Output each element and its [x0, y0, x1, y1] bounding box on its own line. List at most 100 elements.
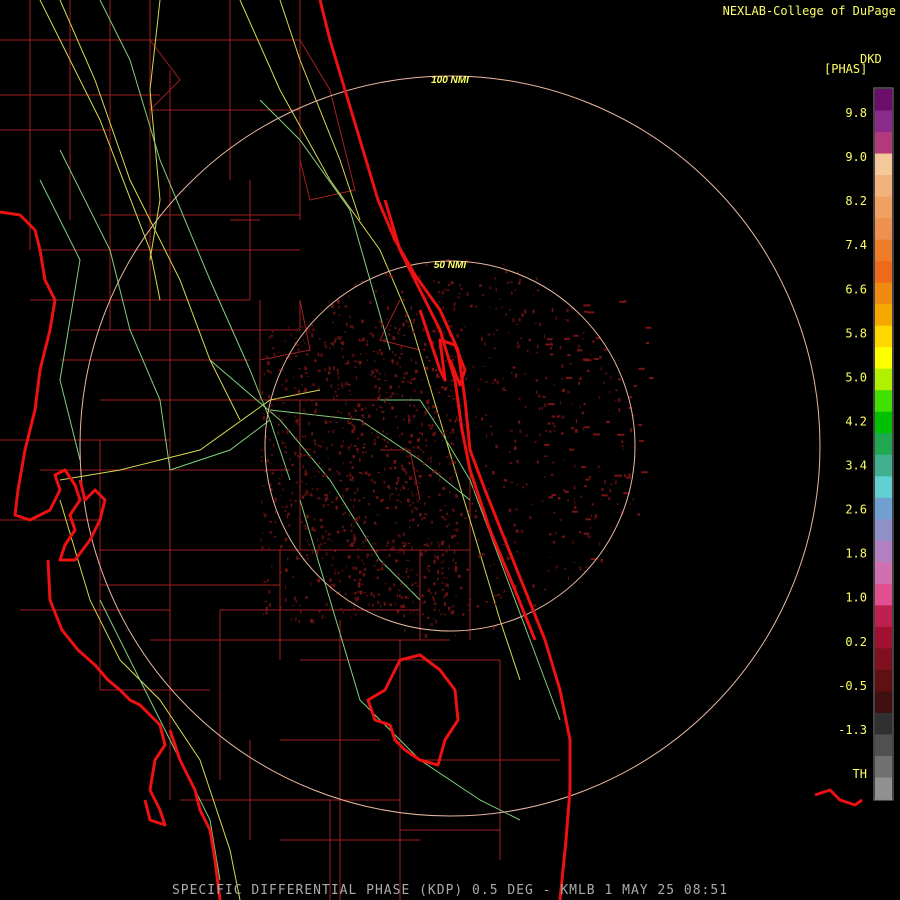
echo-pixel [441, 386, 444, 389]
echo-pixel [448, 566, 450, 571]
echo-pixel [305, 399, 307, 403]
echo-pixel [371, 553, 374, 555]
echo-pixel [333, 345, 335, 347]
echo-pixel [406, 320, 409, 324]
echo-pixel [446, 414, 448, 417]
echo-pixel [412, 467, 415, 471]
echo-pixel [454, 462, 457, 464]
echo-pixel [581, 411, 585, 415]
echo-pixel [547, 570, 550, 572]
echo-pixel [306, 554, 308, 557]
echo-pixel [445, 309, 447, 312]
echo-pixel [305, 489, 307, 491]
echo-pixel [355, 567, 358, 570]
echo-pixel [338, 451, 341, 455]
echo-pixel [440, 572, 444, 575]
echo-pixel [384, 272, 388, 276]
echo-pixel [424, 503, 426, 506]
echo-pixel [300, 325, 304, 328]
echo-pixel [427, 400, 429, 403]
echo-pixel [534, 322, 537, 325]
echo-pixel [363, 591, 366, 593]
echo-pixel [496, 576, 499, 579]
echo-pixel [425, 438, 427, 442]
echo-pixel [591, 340, 595, 343]
range-ring-50-label: 50 NMI [434, 260, 466, 271]
echo-pixel [333, 396, 335, 400]
echo-pixel [401, 464, 404, 467]
echo-pixel [432, 280, 436, 282]
echo-pixel [421, 422, 423, 427]
echo-pixel [386, 557, 388, 559]
echo-pixel [450, 441, 453, 446]
echo-pixel [610, 375, 612, 380]
echo-pixel [564, 490, 569, 493]
echo-pixel [353, 498, 356, 502]
echo-pixel [456, 419, 459, 422]
echo-pixel [452, 558, 454, 563]
echo-pixel [344, 382, 346, 387]
echo-pixel [340, 342, 342, 344]
echo-pixel [441, 291, 445, 295]
echo-pixel [405, 471, 408, 476]
echo-pixel [536, 289, 540, 292]
echo-pixel [574, 429, 578, 433]
echo-pixel [304, 366, 307, 370]
echo-pixel [641, 471, 648, 474]
echo-pixel [622, 448, 625, 450]
echo-pixel [323, 341, 327, 343]
echo-pixel [336, 530, 340, 534]
echo-pixel [571, 403, 574, 406]
echo-pixel [369, 300, 372, 304]
credit-text: NEXLAB-College of DuPage [722, 4, 896, 18]
echo-pixel [328, 467, 331, 471]
echo-pixel [585, 478, 590, 481]
legend-swatch [875, 304, 892, 327]
echo-pixel [572, 541, 574, 544]
echo-pixel [621, 445, 624, 448]
echo-pixel [394, 466, 397, 470]
echo-pixel [319, 518, 323, 522]
echo-pixel [360, 398, 362, 401]
echo-pixel [274, 412, 276, 414]
echo-pixel [447, 283, 451, 286]
echo-pixel [467, 509, 471, 512]
echo-pixel [377, 600, 380, 605]
echo-pixel [310, 447, 312, 449]
echo-pixel [448, 462, 451, 466]
echo-pixel [409, 381, 412, 384]
echo-pixel [425, 262, 428, 267]
echo-pixel [352, 608, 356, 610]
echo-pixel [539, 324, 542, 326]
echo-pixel [295, 419, 299, 424]
echo-pixel [424, 550, 427, 553]
echo-pixel [423, 517, 426, 519]
echo-pixel [386, 433, 388, 435]
echo-pixel [293, 596, 296, 601]
echo-pixel [369, 374, 373, 376]
echo-pixel [546, 338, 553, 341]
echo-pixel [579, 566, 582, 571]
echo-pixel [364, 538, 367, 542]
echo-pixel [348, 575, 351, 579]
echo-pixel [495, 329, 498, 331]
echo-pixel [309, 492, 313, 496]
echo-pixel [282, 488, 284, 491]
echo-pixel [316, 488, 319, 491]
echo-pixel [412, 331, 415, 334]
echo-pixel [449, 476, 452, 480]
echo-pixel [269, 603, 272, 607]
echo-pixel [489, 306, 491, 309]
echo-pixel [366, 359, 368, 361]
echo-pixel [311, 488, 314, 491]
echo-pixel [358, 578, 362, 581]
echo-pixel [293, 376, 295, 379]
echo-pixel [453, 550, 456, 554]
echo-pixel [617, 359, 620, 361]
echo-pixel [299, 521, 303, 524]
echo-pixel [382, 294, 384, 296]
echo-pixel [407, 415, 411, 419]
echo-pixel [329, 342, 332, 344]
echo-pixel [628, 473, 631, 477]
echo-pixel [380, 325, 383, 328]
